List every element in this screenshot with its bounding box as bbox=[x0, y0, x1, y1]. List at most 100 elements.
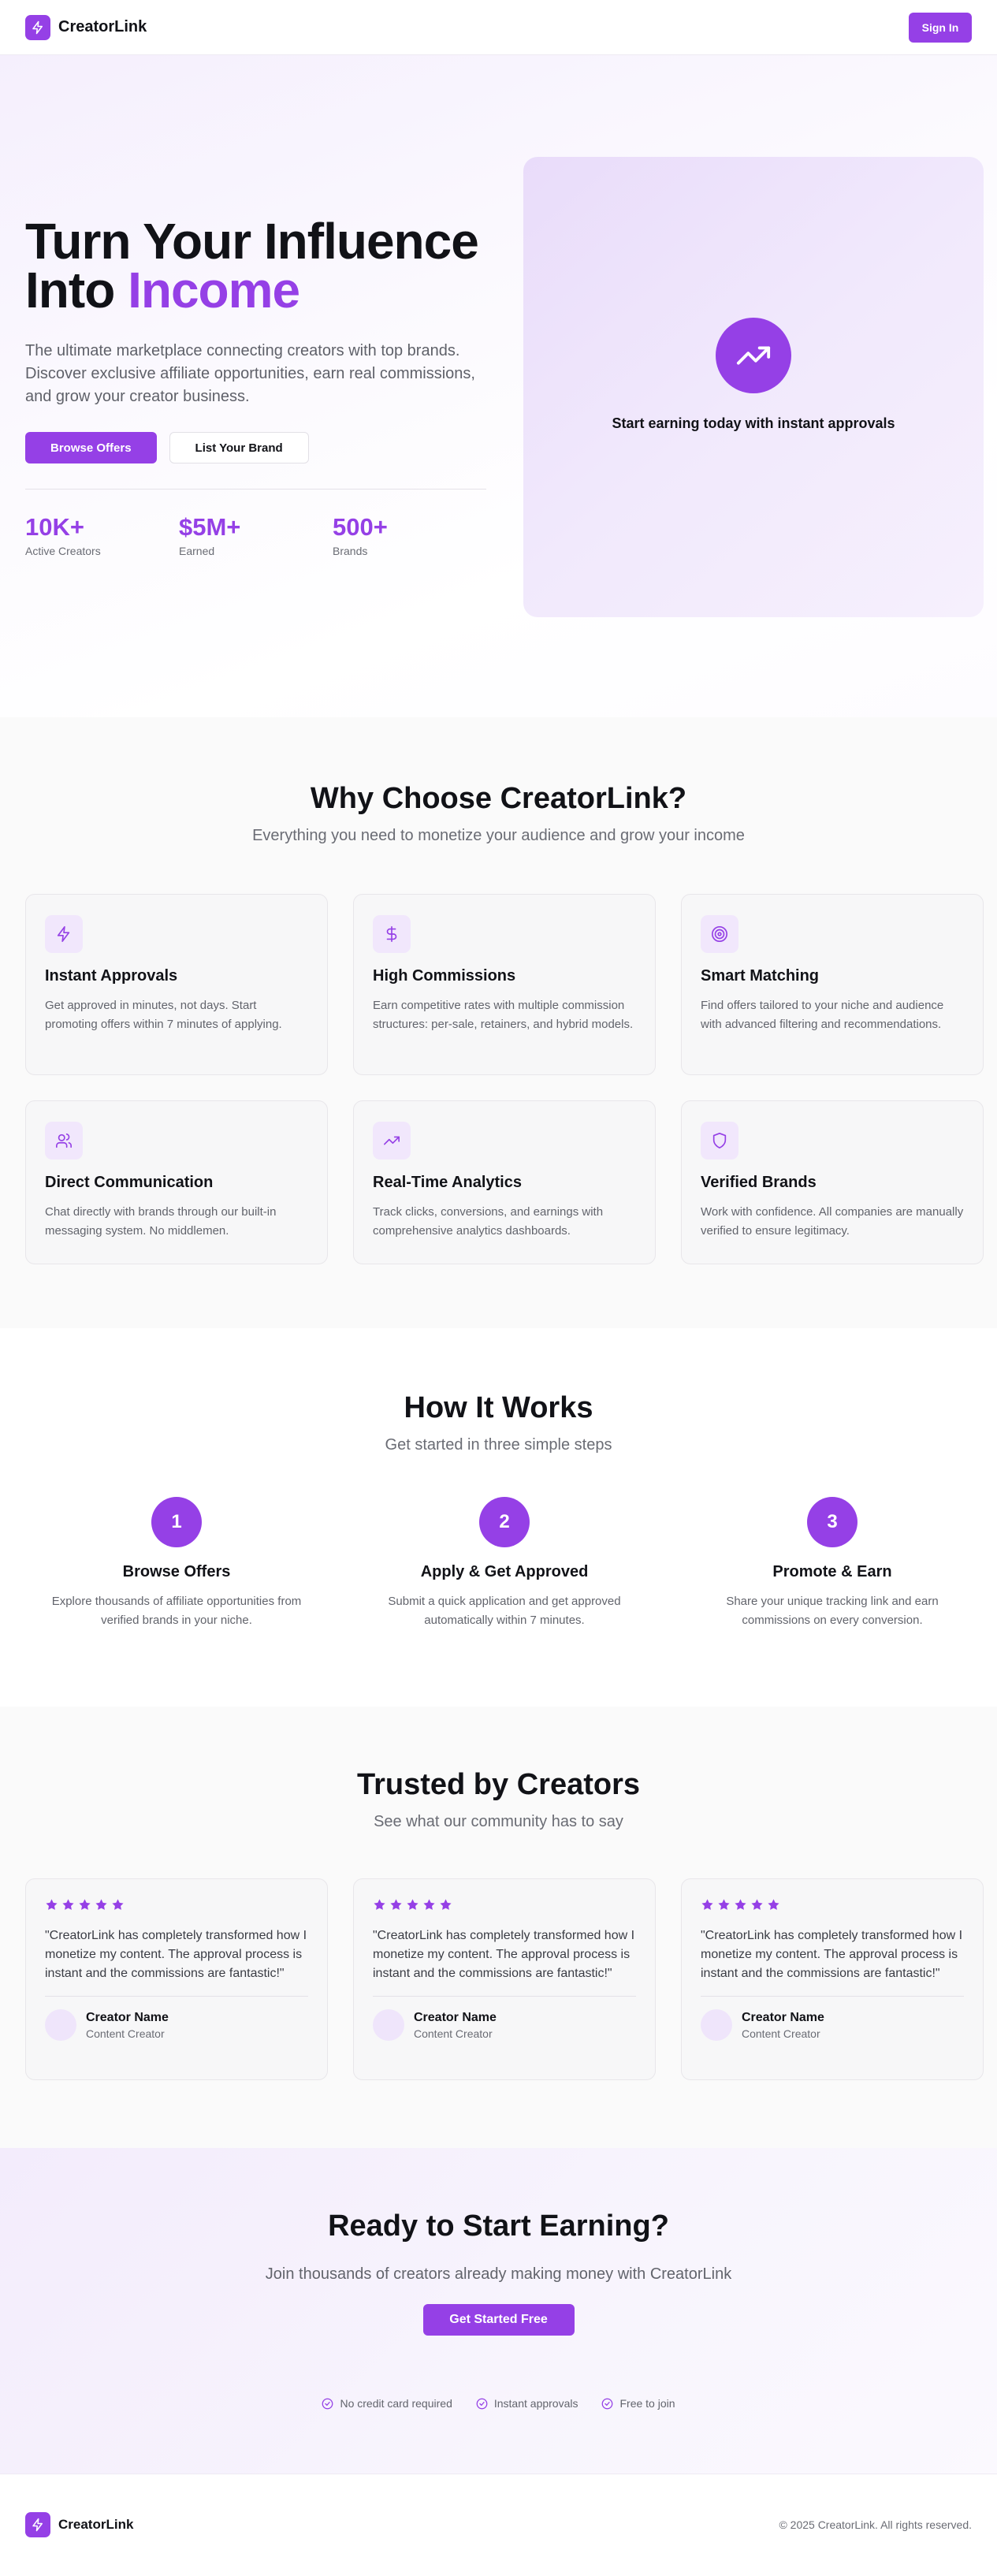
brand-logo-link[interactable]: CreatorLink bbox=[25, 14, 147, 40]
benefit-label: Free to join bbox=[619, 2397, 675, 2410]
get-started-button[interactable]: Get Started Free bbox=[422, 2304, 575, 2336]
stat-value: 500+ bbox=[333, 513, 388, 541]
step-number: 2 bbox=[479, 1497, 530, 1547]
step-title: Promote & Earn bbox=[772, 1563, 892, 1580]
feature-title: Verified Brands bbox=[701, 1174, 817, 1191]
feature-card: Instant Approvals Get approved in minute… bbox=[25, 894, 328, 1075]
cta-subtitle: Join thousands of creators already makin… bbox=[265, 2265, 732, 2283]
star-icon bbox=[95, 1898, 108, 1915]
testimonials-section: Trusted by Creators See what our communi… bbox=[0, 1707, 997, 2148]
author-role: Content Creator bbox=[414, 2027, 493, 2040]
brand-name: CreatorLink bbox=[58, 2517, 134, 2532]
feature-card: Direct Communication Chat directly with … bbox=[25, 1100, 328, 1264]
benefit-item: Instant approvals bbox=[476, 2397, 578, 2410]
feature-title: Instant Approvals bbox=[45, 967, 178, 985]
stat-brands: 500+ Brands bbox=[333, 513, 486, 557]
check-circle-icon bbox=[476, 2398, 488, 2410]
trending-up-icon bbox=[373, 1122, 411, 1160]
testimonial-card: "CreatorLink has completely transformed … bbox=[25, 1878, 328, 2080]
star-rating bbox=[373, 1898, 636, 1915]
footer-brand-link[interactable]: CreatorLink bbox=[25, 2512, 133, 2537]
site-header: CreatorLink Sign In bbox=[0, 0, 997, 55]
step-description: Submit a quick application and get appro… bbox=[388, 1595, 621, 1627]
star-icon bbox=[45, 1898, 58, 1915]
stat-label: Brands bbox=[333, 545, 368, 557]
star-rating bbox=[45, 1898, 308, 1915]
star-icon bbox=[750, 1898, 764, 1915]
star-icon bbox=[373, 1898, 386, 1915]
feature-description: Find offers tailored to your niche and a… bbox=[701, 999, 944, 1031]
star-icon bbox=[78, 1898, 91, 1915]
author-name: Creator Name bbox=[414, 2010, 497, 2024]
feature-title: Direct Communication bbox=[45, 1174, 214, 1191]
star-icon bbox=[406, 1898, 419, 1915]
divider bbox=[701, 1996, 964, 1997]
copyright-text: © 2025 CreatorLink. All rights reserved. bbox=[779, 2518, 972, 2531]
sign-in-button[interactable]: Sign In bbox=[909, 12, 972, 43]
author-name: Creator Name bbox=[742, 2010, 824, 2024]
star-icon bbox=[422, 1898, 436, 1915]
cta-title: Ready to Start Earning? bbox=[328, 2209, 669, 2243]
features-subtitle: Everything you need to monetize your aud… bbox=[252, 827, 745, 844]
step-title: Apply & Get Approved bbox=[420, 1563, 589, 1580]
target-icon bbox=[701, 915, 738, 953]
star-icon bbox=[734, 1898, 747, 1915]
step-description: Explore thousands of affiliate opportuni… bbox=[51, 1595, 302, 1627]
stat-label: Active Creators bbox=[25, 545, 101, 557]
features-title: Why Choose CreatorLink? bbox=[310, 782, 687, 815]
step-number: 1 bbox=[151, 1497, 202, 1547]
star-rating bbox=[701, 1898, 964, 1915]
check-circle-icon bbox=[601, 2398, 613, 2410]
divider bbox=[373, 1996, 636, 1997]
testimonials-title: Trusted by Creators bbox=[357, 1768, 640, 1801]
divider bbox=[45, 1996, 308, 1997]
cta-benefits: No credit card required Instant approval… bbox=[0, 2397, 997, 2410]
cta-section: Ready to Start Earning? Join thousands o… bbox=[0, 2148, 997, 2474]
stat-value: $5M+ bbox=[179, 513, 241, 541]
hero-title-accent: Income bbox=[128, 262, 300, 318]
feature-title: Smart Matching bbox=[701, 967, 820, 985]
check-circle-icon bbox=[322, 2398, 333, 2410]
list-your-brand-button[interactable]: List Your Brand bbox=[169, 432, 309, 463]
author-role: Content Creator bbox=[742, 2027, 820, 2040]
stat-earned: $5M+ Earned bbox=[179, 513, 333, 557]
star-icon bbox=[111, 1898, 125, 1915]
step-item: 1 Browse Offers Explore thousands of aff… bbox=[25, 1497, 328, 1630]
hero-content: Turn Your Influence Into Income The ulti… bbox=[25, 216, 486, 557]
hero-actions: Browse Offers List Your Brand bbox=[25, 432, 486, 463]
testimonial-quote: "CreatorLink has completely transformed … bbox=[373, 1929, 635, 1980]
feature-card: Smart Matching Find offers tailored to y… bbox=[681, 894, 984, 1075]
star-icon bbox=[61, 1898, 75, 1915]
stat-creators: 10K+ Active Creators bbox=[25, 513, 179, 557]
browse-offers-button[interactable]: Browse Offers bbox=[25, 432, 157, 463]
how-subtitle: Get started in three simple steps bbox=[385, 1436, 612, 1454]
feature-description: Work with confidence. All companies are … bbox=[701, 1205, 964, 1238]
divider bbox=[25, 489, 486, 490]
step-item: 3 Promote & Earn Share your unique track… bbox=[681, 1497, 984, 1630]
steps-list: 1 Browse Offers Explore thousands of aff… bbox=[25, 1497, 972, 1630]
lightning-icon bbox=[25, 2512, 50, 2537]
star-icon bbox=[701, 1898, 714, 1915]
dollar-icon bbox=[373, 915, 411, 953]
avatar bbox=[701, 2009, 732, 2041]
testimonial-card: "CreatorLink has completely transformed … bbox=[353, 1878, 656, 2080]
users-icon bbox=[45, 1122, 83, 1160]
brand-name: CreatorLink bbox=[58, 18, 147, 35]
trending-up-icon bbox=[716, 317, 791, 393]
hero-title-line2: Into bbox=[25, 262, 128, 318]
lightning-icon bbox=[45, 915, 83, 953]
testimonial-card: "CreatorLink has completely transformed … bbox=[681, 1878, 984, 2080]
feature-title: High Commissions bbox=[373, 967, 516, 985]
testimonial-author: Creator Name Content Creator bbox=[701, 2009, 964, 2041]
hero-visual-card: Start earning today with instant approva… bbox=[523, 157, 984, 617]
star-icon bbox=[389, 1898, 403, 1915]
benefit-item: Free to join bbox=[601, 2397, 675, 2410]
star-icon bbox=[439, 1898, 452, 1915]
avatar bbox=[45, 2009, 76, 2041]
testimonial-author: Creator Name Content Creator bbox=[45, 2009, 308, 2041]
testimonials-subtitle: See what our community has to say bbox=[374, 1813, 623, 1830]
avatar bbox=[373, 2009, 404, 2041]
testimonial-quote: "CreatorLink has completely transformed … bbox=[45, 1929, 307, 1980]
step-item: 2 Apply & Get Approved Submit a quick ap… bbox=[353, 1497, 656, 1630]
step-number: 3 bbox=[807, 1497, 857, 1547]
